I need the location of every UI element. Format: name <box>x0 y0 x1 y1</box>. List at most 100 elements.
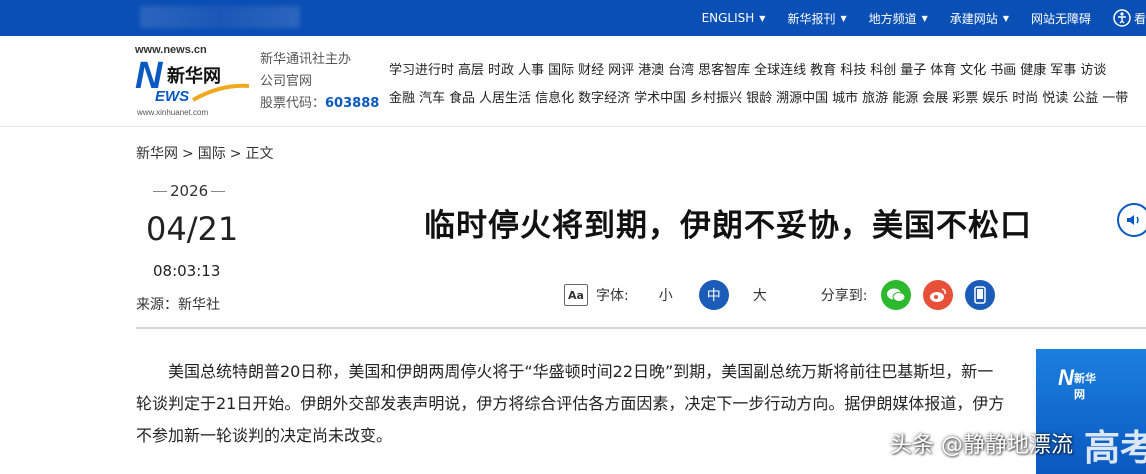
channel-link-row2-14[interactable]: 彩票 <box>952 91 978 106</box>
channel-link-row1-7[interactable]: 港澳 <box>638 63 664 78</box>
channel-link-row1-13[interactable]: 科创 <box>870 63 896 78</box>
channel-link-row1-16[interactable]: 文化 <box>960 63 986 78</box>
channel-link-row2-0[interactable]: 金融 <box>389 91 415 106</box>
channel-link-row2-7[interactable]: 乡村振兴 <box>690 91 742 106</box>
nav-english-label: ENGLISH <box>701 11 755 25</box>
channel-link-row2-18[interactable]: 公益 <box>1072 91 1098 106</box>
site-logo[interactable]: www.news.cn N 新华网 EWS www.xinhuanet.com <box>135 44 253 122</box>
logo-letters-ews: EWS <box>155 88 190 105</box>
channel-link-row2-2[interactable]: 食品 <box>449 91 475 106</box>
share-label: 分享到: <box>820 288 868 304</box>
channel-link-row2-8[interactable]: 银龄 <box>746 91 772 106</box>
nav-accessibility[interactable]: 网站无障碍 <box>1031 10 1091 27</box>
channel-link-row2-12[interactable]: 能源 <box>892 91 918 106</box>
breadcrumb-current: 正文 <box>245 146 274 162</box>
breadcrumb-home[interactable]: 新华网 <box>136 146 178 162</box>
font-label: 字体: <box>596 288 629 304</box>
channel-row-1: 学习进行时 高层 时政 人事 国际 财经 网评 港澳 台湾 思客智库 全球连线 教育 科技 科创 量子 体育文… <box>389 57 1132 85</box>
channel-link-row2-15[interactable]: 娱乐 <box>982 91 1008 106</box>
font-icon: Aa <box>564 284 588 306</box>
channel-link-row1-3[interactable]: 人事 <box>518 63 544 78</box>
org-info: 新华通讯社主办 公司官网 股票代码：603888 <box>260 49 379 115</box>
channel-link-row2-1[interactable]: 汽车 <box>419 91 445 106</box>
font-size-large-button[interactable]: 大 <box>745 280 775 310</box>
speaker-icon <box>1127 215 1139 225</box>
chevron-down-icon: ▼ <box>1002 13 1009 23</box>
font-size-medium-button[interactable]: 中 <box>698 280 729 310</box>
channel-link-row1-1[interactable]: 高层 <box>458 63 484 78</box>
read-aloud-button[interactable] <box>1117 203 1146 237</box>
nav-hosted-sites[interactable]: 承建网站 ▼ <box>950 10 1009 27</box>
top-bar: ENGLISH ▼ 新华报刊 ▼ 地方频道 ▼ 承建网站 ▼ 网站无障碍 看 <box>0 0 1146 36</box>
org-line-2: 公司官网 <box>260 74 313 89</box>
top-nav: ENGLISH ▼ 新华报刊 ▼ 地方频道 ▼ 承建网站 ▼ 网站无障碍 看 <box>702 0 1146 36</box>
publish-time: 08:03:13 <box>153 262 221 280</box>
share-weibo-button[interactable] <box>923 280 954 310</box>
blurred-logo <box>140 6 300 28</box>
ad-logo: N 新华网 <box>1058 365 1102 401</box>
article-paragraph: 美国总统特朗普20日称，美国和伊朗两周停火将于“华盛顿时间22日晚”到期，美国副… <box>136 362 1005 445</box>
channel-link-row2-9[interactable]: 溯源中国 <box>776 91 828 106</box>
wechat-icon <box>887 288 906 302</box>
year-text: 2026 <box>170 182 209 200</box>
content-divider <box>136 327 1146 329</box>
channel-link-row2-19[interactable]: 一带 <box>1102 91 1128 106</box>
nav-view-label: 看 <box>1133 11 1146 26</box>
channel-link-row1-8[interactable]: 台湾 <box>668 63 694 78</box>
channel-link-row2-17[interactable]: 悦读 <box>1042 91 1068 106</box>
nav-english[interactable]: ENGLISH ▼ <box>702 11 766 25</box>
channel-link-row1-2[interactable]: 时政 <box>488 63 514 78</box>
stock-line: 股票代码：603888 <box>260 93 379 115</box>
channel-link-row2-11[interactable]: 旅游 <box>862 91 888 106</box>
nav-newspapers-label: 新华报刊 <box>787 11 836 26</box>
channel-link-row1-11[interactable]: 教育 <box>810 63 836 78</box>
channel-link-row1-9[interactable]: 思客智库 <box>698 63 750 78</box>
font-size-small-button[interactable]: 小 <box>651 280 681 310</box>
nav-accessibility-view[interactable]: 看 <box>1113 9 1146 27</box>
nav-newspapers[interactable]: 新华报刊 ▼ <box>787 10 846 27</box>
channel-link-row2-5[interactable]: 数字经济 <box>578 91 630 106</box>
site-header: www.news.cn N 新华网 EWS www.xinhuanet.com … <box>0 36 1146 127</box>
channel-link-row1-19[interactable]: 军事 <box>1050 63 1076 78</box>
channel-link-row1-5[interactable]: 财经 <box>578 63 604 78</box>
channel-link-row2-16[interactable]: 时尚 <box>1012 91 1038 106</box>
share-wechat-button[interactable] <box>881 280 912 310</box>
breadcrumb-international[interactable]: 国际 <box>198 146 226 162</box>
channel-row-2: 金融 汽车 食品 人居生活 信息化 数字经济 学术中国 乡村振兴 银龄 溯源中国 城市 旅游 能源 会展彩… <box>389 85 1132 113</box>
logo-url-bottom: www.xinhuanet.com <box>137 108 209 117</box>
channel-nav: 学习进行时 高层 时政 人事 国际 财经 网评 港澳 台湾 思客智库 全球连线 教育 科技 科创 量子 体育文… <box>389 57 1132 113</box>
channel-link-row1-0[interactable]: 学习进行时 <box>389 63 454 78</box>
channel-link-row1-6[interactable]: 网评 <box>608 63 634 78</box>
channel-link-row2-10[interactable]: 城市 <box>832 91 858 106</box>
channel-link-row1-4[interactable]: 国际 <box>548 63 574 78</box>
article-title: 临时停火将到期，伊朗不妥协，美国不松口 <box>424 208 1032 244</box>
chevron-down-icon: ▼ <box>921 13 928 23</box>
ad-headline: 高考 <box>1084 428 1146 469</box>
watermark: 头条 @静静地漂流 <box>890 433 1073 458</box>
stock-code[interactable]: 603888 <box>325 96 379 111</box>
channel-link-row2-3[interactable]: 人居生活 <box>479 91 531 106</box>
nav-local-channels[interactable]: 地方频道 ▼ <box>869 10 928 27</box>
channel-link-row2-4[interactable]: 信息化 <box>535 91 574 106</box>
chevron-down-icon: ▼ <box>759 13 766 23</box>
publish-year: 2026 <box>150 182 228 200</box>
nav-local-label: 地方频道 <box>868 11 917 26</box>
channel-link-row1-17[interactable]: 书画 <box>990 63 1016 78</box>
channel-link-row1-10[interactable]: 全球连线 <box>754 63 806 78</box>
channel-link-row2-13[interactable]: 会展 <box>922 91 948 106</box>
channel-link-row1-14[interactable]: 量子 <box>900 63 926 78</box>
accessibility-icon <box>1113 9 1131 27</box>
ad-logo-text: 新华网 <box>1074 372 1096 401</box>
channel-link-row2-6[interactable]: 学术中国 <box>634 91 686 106</box>
channel-link-row1-18[interactable]: 健康 <box>1020 63 1046 78</box>
channel-link-row1-20[interactable]: 访谈 <box>1080 63 1106 78</box>
publish-date: 04/21 <box>146 210 239 248</box>
article-source: 来源：新华社 <box>136 297 220 313</box>
channel-link-row1-15[interactable]: 体育 <box>930 63 956 78</box>
share-mobile-button[interactable] <box>965 280 996 310</box>
breadcrumb-separator: > <box>182 146 194 162</box>
stock-label: 股票代码： <box>260 96 326 111</box>
mobile-icon <box>974 286 987 304</box>
logo-swoosh-icon <box>192 83 250 102</box>
channel-link-row1-12[interactable]: 科技 <box>840 63 866 78</box>
